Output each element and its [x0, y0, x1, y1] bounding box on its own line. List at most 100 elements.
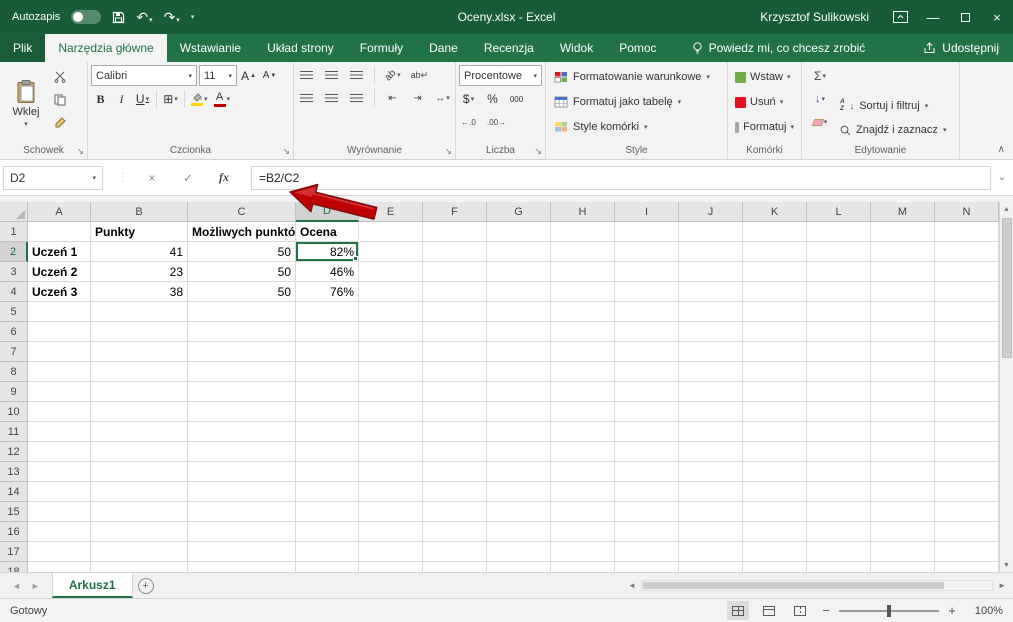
- cell-N15[interactable]: [935, 502, 999, 522]
- cell-N4[interactable]: [935, 282, 999, 302]
- cell-C8[interactable]: [188, 362, 296, 382]
- cell-C17[interactable]: [188, 542, 296, 562]
- cell-J9[interactable]: [679, 382, 743, 402]
- decrease-decimal-button[interactable]: .00→: [485, 112, 508, 132]
- cell-I8[interactable]: [615, 362, 679, 382]
- cell-J10[interactable]: [679, 402, 743, 422]
- close-button[interactable]: ×: [981, 0, 1013, 34]
- minimize-button[interactable]: —: [917, 0, 949, 34]
- cell-K17[interactable]: [743, 542, 807, 562]
- view-normal-button[interactable]: [727, 601, 749, 620]
- cell-K1[interactable]: [743, 222, 807, 242]
- cell-A5[interactable]: [28, 302, 91, 322]
- cell-B15[interactable]: [91, 502, 188, 522]
- cell-K12[interactable]: [743, 442, 807, 462]
- cell-K4[interactable]: [743, 282, 807, 302]
- cell-K2[interactable]: [743, 242, 807, 262]
- conditional-formatting-button[interactable]: Formatowanie warunkowe ▾: [549, 65, 724, 89]
- cell-E18[interactable]: [359, 562, 423, 572]
- cell-A16[interactable]: [28, 522, 91, 542]
- cell-G13[interactable]: [487, 462, 551, 482]
- format-cells-button[interactable]: Formatuj ▾: [731, 115, 798, 139]
- tab-view[interactable]: Widok: [547, 34, 606, 62]
- row-header-8[interactable]: 8: [0, 362, 28, 382]
- row-header-11[interactable]: 11: [0, 422, 28, 442]
- increase-font-button[interactable]: A▲: [239, 66, 258, 86]
- scroll-left-icon[interactable]: ◄: [625, 581, 639, 590]
- borders-button[interactable]: ⊞▾: [161, 89, 180, 109]
- save-icon[interactable]: [112, 11, 125, 24]
- cell-J2[interactable]: [679, 242, 743, 262]
- cell-H17[interactable]: [551, 542, 615, 562]
- cell-L9[interactable]: [807, 382, 871, 402]
- column-header-N[interactable]: N: [935, 202, 999, 222]
- column-header-C[interactable]: C: [188, 202, 296, 222]
- cell-K18[interactable]: [743, 562, 807, 572]
- align-center-button[interactable]: [322, 88, 341, 108]
- maximize-button[interactable]: [949, 0, 981, 34]
- cell-D8[interactable]: [296, 362, 359, 382]
- cell-D6[interactable]: [296, 322, 359, 342]
- fill-handle[interactable]: [353, 256, 358, 261]
- cell-D15[interactable]: [296, 502, 359, 522]
- cell-A3[interactable]: Uczeń 2: [28, 262, 91, 282]
- increase-indent-button[interactable]: ⇥: [408, 88, 427, 108]
- cell-E14[interactable]: [359, 482, 423, 502]
- cell-M18[interactable]: [871, 562, 935, 572]
- insert-cells-button[interactable]: Wstaw ▾: [731, 65, 798, 89]
- cell-D11[interactable]: [296, 422, 359, 442]
- cell-I5[interactable]: [615, 302, 679, 322]
- cell-D4[interactable]: 76%: [296, 282, 359, 302]
- tab-data[interactable]: Dane: [416, 34, 471, 62]
- tab-help[interactable]: Pomoc: [606, 34, 669, 62]
- row-header-6[interactable]: 6: [0, 322, 28, 342]
- cell-N17[interactable]: [935, 542, 999, 562]
- cell-B7[interactable]: [91, 342, 188, 362]
- scroll-right-icon[interactable]: ►: [995, 581, 1009, 590]
- cell-M11[interactable]: [871, 422, 935, 442]
- cell-M4[interactable]: [871, 282, 935, 302]
- column-header-I[interactable]: I: [615, 202, 679, 222]
- currency-format-button[interactable]: $▾: [459, 89, 478, 109]
- cell-G3[interactable]: [487, 262, 551, 282]
- cell-J5[interactable]: [679, 302, 743, 322]
- customize-quick-access-icon[interactable]: ▾: [191, 14, 195, 21]
- cell-L10[interactable]: [807, 402, 871, 422]
- cell-M9[interactable]: [871, 382, 935, 402]
- cell-J12[interactable]: [679, 442, 743, 462]
- column-header-D[interactable]: D: [296, 202, 359, 222]
- cell-C6[interactable]: [188, 322, 296, 342]
- cell-A14[interactable]: [28, 482, 91, 502]
- cell-D13[interactable]: [296, 462, 359, 482]
- cell-G10[interactable]: [487, 402, 551, 422]
- cell-styles-button[interactable]: Style komórki ▾: [549, 115, 724, 139]
- cell-H13[interactable]: [551, 462, 615, 482]
- cell-N10[interactable]: [935, 402, 999, 422]
- cell-G1[interactable]: [487, 222, 551, 242]
- cell-J14[interactable]: [679, 482, 743, 502]
- cell-D14[interactable]: [296, 482, 359, 502]
- cell-F8[interactable]: [423, 362, 487, 382]
- formula-input[interactable]: =B2/C2: [251, 166, 991, 190]
- cell-N2[interactable]: [935, 242, 999, 262]
- cell-K14[interactable]: [743, 482, 807, 502]
- cell-G6[interactable]: [487, 322, 551, 342]
- clipboard-dialog-launcher-icon[interactable]: ↘: [76, 147, 84, 156]
- cell-C9[interactable]: [188, 382, 296, 402]
- cell-F15[interactable]: [423, 502, 487, 522]
- cell-C15[interactable]: [188, 502, 296, 522]
- cell-B2[interactable]: 41: [91, 242, 188, 262]
- cell-B14[interactable]: [91, 482, 188, 502]
- cell-M17[interactable]: [871, 542, 935, 562]
- cell-F5[interactable]: [423, 302, 487, 322]
- cell-G5[interactable]: [487, 302, 551, 322]
- cell-H8[interactable]: [551, 362, 615, 382]
- font-dialog-launcher-icon[interactable]: ↘: [282, 147, 290, 156]
- cell-C5[interactable]: [188, 302, 296, 322]
- row-header-13[interactable]: 13: [0, 462, 28, 482]
- cell-D7[interactable]: [296, 342, 359, 362]
- cell-L13[interactable]: [807, 462, 871, 482]
- name-box[interactable]: D2 ▾: [3, 166, 103, 190]
- decrease-indent-button[interactable]: ⇤: [383, 88, 402, 108]
- align-right-button[interactable]: [347, 88, 366, 108]
